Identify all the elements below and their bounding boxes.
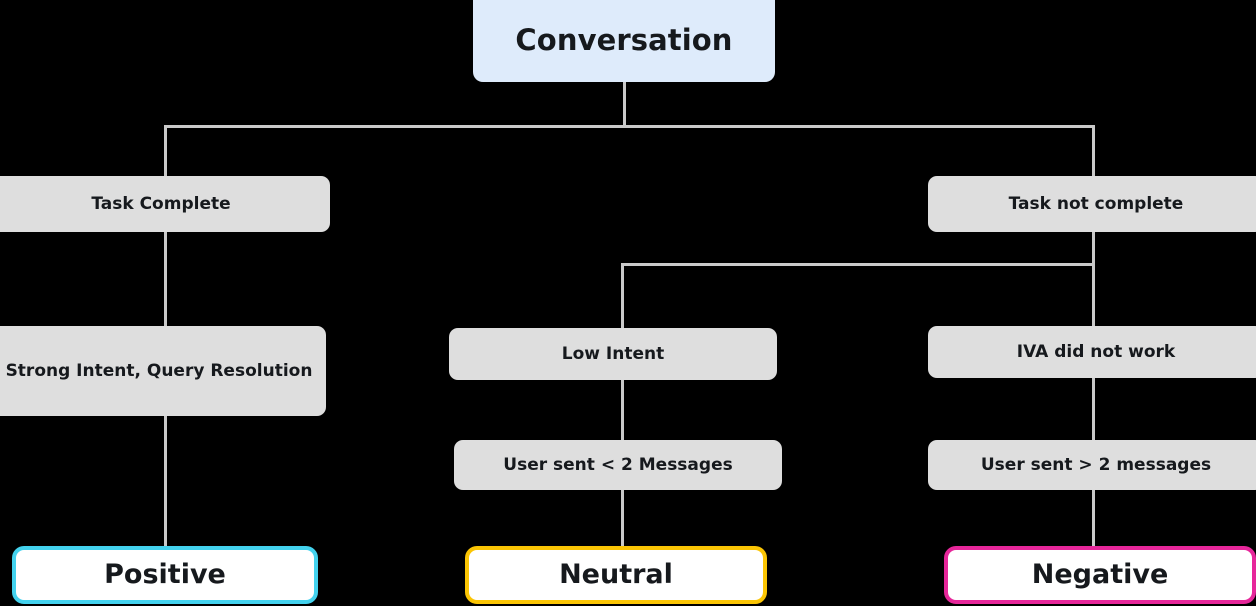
flowchart-canvas: Conversation Task Complete Task not comp… <box>0 0 1256 606</box>
node-low-intent[interactable]: Low Intent <box>449 328 777 380</box>
node-strong-intent-query-resolution[interactable]: Strong Intent, Query Resolution <box>0 326 326 416</box>
node-outcome-neutral[interactable]: Neutral <box>465 546 767 604</box>
connector-to-iva-not-work <box>1092 263 1095 328</box>
node-outcome-positive[interactable]: Positive <box>12 546 318 604</box>
node-outcome-negative[interactable]: Negative <box>944 546 1256 604</box>
node-iva-did-not-work[interactable]: IVA did not work <box>928 326 1256 378</box>
connector-to-task-complete <box>164 125 167 178</box>
connector-low-intent-to-user-lt2 <box>621 379 624 442</box>
connector-user-lt2-to-neutral <box>621 489 624 548</box>
connector-root-stem <box>623 82 626 127</box>
node-user-sent-less-than-2-messages[interactable]: User sent < 2 Messages <box>454 440 782 490</box>
connector-task-complete-to-strong-intent <box>164 231 167 328</box>
node-task-complete[interactable]: Task Complete <box>0 176 330 232</box>
node-task-not-complete[interactable]: Task not complete <box>928 176 1256 232</box>
connector-to-low-intent <box>621 263 624 330</box>
connector-level1-bus <box>164 125 1095 128</box>
connector-strong-intent-to-positive <box>164 415 167 548</box>
node-user-sent-more-than-2-messages[interactable]: User sent > 2 messages <box>928 440 1256 490</box>
connector-to-task-not-complete <box>1092 125 1095 178</box>
node-conversation[interactable]: Conversation <box>473 0 775 82</box>
connector-iva-to-user-gt2 <box>1092 377 1095 442</box>
connector-task-not-complete-stem <box>1092 231 1095 265</box>
connector-user-gt2-to-negative <box>1092 489 1095 548</box>
connector-level2-bus <box>621 263 1095 266</box>
